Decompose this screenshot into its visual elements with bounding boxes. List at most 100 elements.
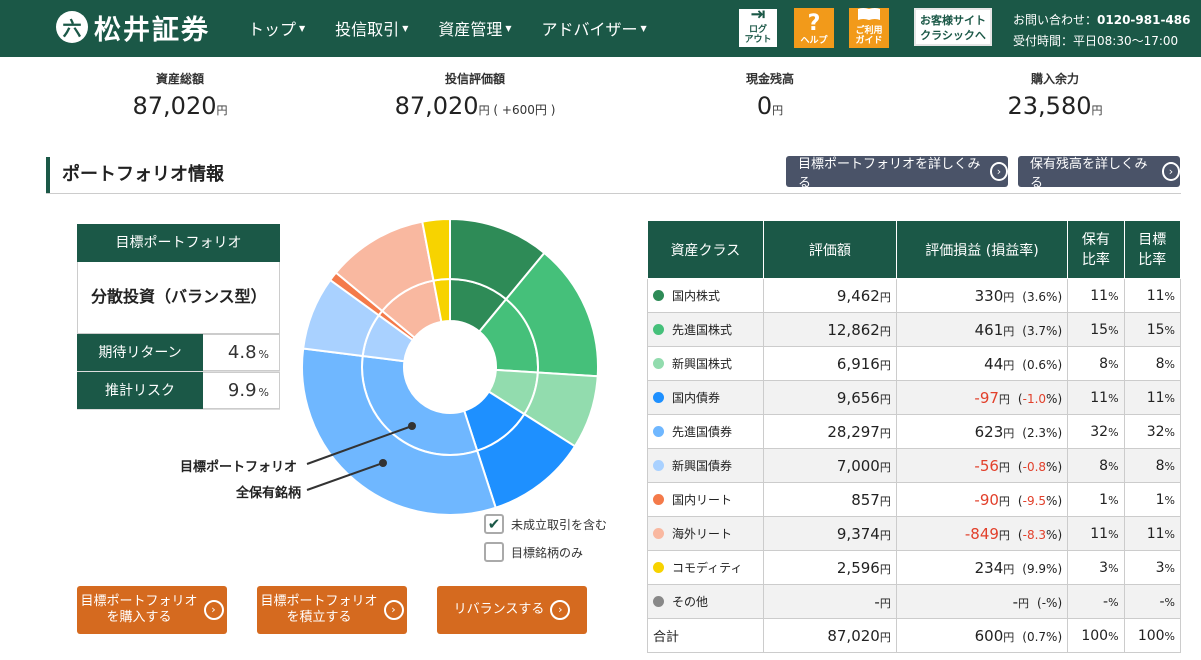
- total-valuation-cell: 87,020円: [762, 618, 897, 653]
- include-pending-checkbox[interactable]: ✔ 未成立取引を含む: [484, 514, 607, 534]
- legend-dot: [653, 596, 664, 607]
- table-total-row: 合計 87,020円 600円 (0.7%) 100% 100%: [647, 618, 1182, 653]
- caret-down-icon: ▼: [505, 23, 512, 33]
- holding-ratio-cell: 11%: [1067, 380, 1125, 415]
- logo-mark-icon: 六: [56, 11, 88, 43]
- holding-ratio-cell: 11%: [1067, 516, 1125, 551]
- legend-dot: [653, 324, 664, 335]
- profit-loss-cell: 623円 (2.3%): [895, 414, 1069, 449]
- total-assets: 資産総額 87,020円: [132, 72, 228, 120]
- profit-loss-cell: 44円 (0.6%): [895, 346, 1069, 381]
- matsui-logo[interactable]: 六 松井証券: [56, 10, 210, 46]
- profit-loss-cell: -849円 (-8.3%): [895, 516, 1069, 551]
- target-only-checkbox[interactable]: 目標銘柄のみ: [484, 542, 583, 562]
- top-header: 六 松井証券 トップ ▼ 投信取引 ▼ 資産管理 ▼ アドバイザー ▼ ⇥ ログ アウト…: [0, 0, 1201, 57]
- contact-phone: 0120-981-486: [1097, 13, 1191, 27]
- accumulate-target-portfolio-button[interactable]: 目標ポートフォリオ を積立する ›: [257, 586, 407, 634]
- legend-dot: [653, 358, 664, 369]
- logout-button[interactable]: ⇥ ログ アウト: [738, 4, 778, 48]
- asset-class-cell: 新興国株式: [647, 346, 764, 381]
- legend-dot: [653, 528, 664, 539]
- total-profit-loss-cell: 600円 (0.7%): [895, 618, 1069, 653]
- fund-valuation: 投信評価額 87,020円 ( +600円 ): [394, 72, 556, 120]
- table-row: 海外リート 9,374円 -849円 (-8.3%) 11% 11%: [647, 516, 1182, 551]
- holding-ratio-cell: 15%: [1067, 312, 1125, 347]
- buying-power: 購入余力 23,580円: [1007, 72, 1103, 120]
- section-divider: [46, 193, 1181, 194]
- col-target-ratio: 目標 比率: [1123, 220, 1182, 279]
- asset-class-cell: コモディティ: [647, 550, 764, 585]
- inner-ring-label: 目標ポートフォリオ: [180, 460, 298, 475]
- table-row: コモディティ 2,596円 234円 (9.9%) 3% 3%: [647, 550, 1182, 585]
- asset-class-table: 資産クラス 評価額 評価損益 (損益率) 保有 比率 目標 比率 国内株式 9,4…: [647, 220, 1182, 653]
- col-holding-ratio: 保有 比率: [1067, 220, 1125, 279]
- target-ratio-cell: 8%: [1123, 448, 1182, 483]
- logo-text: 松井証券: [94, 14, 210, 46]
- profit-loss-cell: 234円 (9.9%): [895, 550, 1069, 585]
- col-profit-loss: 評価損益 (損益率): [895, 220, 1069, 279]
- rebalance-button[interactable]: リバランスする ›: [437, 586, 587, 634]
- target-portfolio-box: 目標ポートフォリオ 分散投資（バランス型） 期待リターン 4.8% 推計リスク …: [77, 224, 280, 410]
- holdings-detail-button[interactable]: 保有残高を詳しくみる ›: [1018, 156, 1180, 191]
- contact-info: お問い合わせ：0120-981-486 受付時間：平日08:30～17:00: [1013, 10, 1190, 52]
- target-ratio-cell: 3%: [1123, 550, 1182, 585]
- nav-fund-trading[interactable]: 投信取引 ▼: [335, 16, 408, 40]
- portfolio-donut-chart: [301, 217, 599, 516]
- chevron-right-icon: ›: [383, 600, 404, 620]
- target-ratio-cell: 1%: [1123, 482, 1182, 517]
- target-portfolio-detail-button[interactable]: 目標ポートフォリオを詳しくみる ›: [786, 156, 1008, 191]
- valuation-cell: 2,596円: [762, 550, 897, 585]
- business-hours: 受付時間：平日08:30～17:00: [1013, 34, 1179, 48]
- caret-down-icon: ▼: [299, 23, 306, 33]
- chevron-right-icon: ›: [203, 600, 224, 620]
- holding-ratio-cell: -%: [1067, 584, 1125, 619]
- table-header-row: 資産クラス 評価額 評価損益 (損益率) 保有 比率 目標 比率: [647, 220, 1182, 279]
- help-button[interactable]: ? ヘルプ: [794, 8, 834, 48]
- nav-top[interactable]: トップ ▼: [248, 16, 305, 40]
- total-label-cell: 合計: [647, 618, 764, 653]
- guide-button[interactable]: ご利用 ガイド: [849, 8, 889, 48]
- valuation-cell: 9,462円: [762, 278, 897, 313]
- table-row: 国内リート 857円 -90円 (-9.5%) 1% 1%: [647, 482, 1182, 517]
- asset-class-cell: 先進国株式: [647, 312, 764, 347]
- holding-ratio-cell: 3%: [1067, 550, 1125, 585]
- classic-site-button[interactable]: お客様サイト クラシックへ: [914, 8, 992, 46]
- asset-summary: 資産総額 87,020円 投信評価額 87,020円 ( +600円 ) 現金残…: [0, 70, 1201, 130]
- holding-ratio-cell: 32%: [1067, 414, 1125, 449]
- profit-loss-cell: -97円 (-1.0%): [895, 380, 1069, 415]
- estimated-risk-row: 推計リスク 9.9%: [77, 372, 280, 410]
- buy-target-portfolio-button[interactable]: 目標ポートフォリオ を購入する ›: [77, 586, 227, 634]
- target-ratio-cell: 11%: [1123, 278, 1182, 313]
- chevron-right-icon: ›: [989, 162, 1008, 181]
- asset-class-cell: その他: [647, 584, 764, 619]
- asset-class-cell: 海外リート: [647, 516, 764, 551]
- cash-balance: 現金残高 0円: [745, 72, 794, 120]
- valuation-cell: -円: [762, 584, 897, 619]
- asset-class-cell: 国内株式: [647, 278, 764, 313]
- total-target-ratio-cell: 100%: [1123, 618, 1182, 653]
- caret-down-icon: ▼: [640, 23, 647, 33]
- asset-class-cell: 国内債券: [647, 380, 764, 415]
- valuation-cell: 9,374円: [762, 516, 897, 551]
- question-icon: ?: [807, 11, 821, 36]
- valuation-cell: 7,000円: [762, 448, 897, 483]
- valuation-cell: 9,656円: [762, 380, 897, 415]
- nav-advisor[interactable]: アドバイザー ▼: [542, 16, 647, 40]
- holding-ratio-cell: 8%: [1067, 346, 1125, 381]
- target-portfolio-heading: 目標ポートフォリオ: [77, 224, 280, 262]
- table-row: 先進国株式 12,862円 461円 (3.7%) 15% 15%: [647, 312, 1182, 347]
- col-asset-class: 資産クラス: [647, 220, 764, 279]
- asset-class-cell: 国内リート: [647, 482, 764, 517]
- legend-dot: [653, 392, 664, 403]
- portfolio-section-title: ポートフォリオ情報: [46, 157, 224, 193]
- nav-asset-management[interactable]: 資産管理 ▼: [438, 16, 511, 40]
- outer-ring-label: 全保有銘柄: [236, 486, 302, 501]
- logout-icon: ⇥: [750, 4, 766, 25]
- valuation-cell: 28,297円: [762, 414, 897, 449]
- table-row: 国内債券 9,656円 -97円 (-1.0%) 11% 11%: [647, 380, 1182, 415]
- table-row: その他 -円 -円 (-%) -% -%: [647, 584, 1182, 619]
- valuation-cell: 857円: [762, 482, 897, 517]
- profit-loss-cell: 461円 (3.7%): [895, 312, 1069, 347]
- target-ratio-cell: 15%: [1123, 312, 1182, 347]
- target-ratio-cell: 8%: [1123, 346, 1182, 381]
